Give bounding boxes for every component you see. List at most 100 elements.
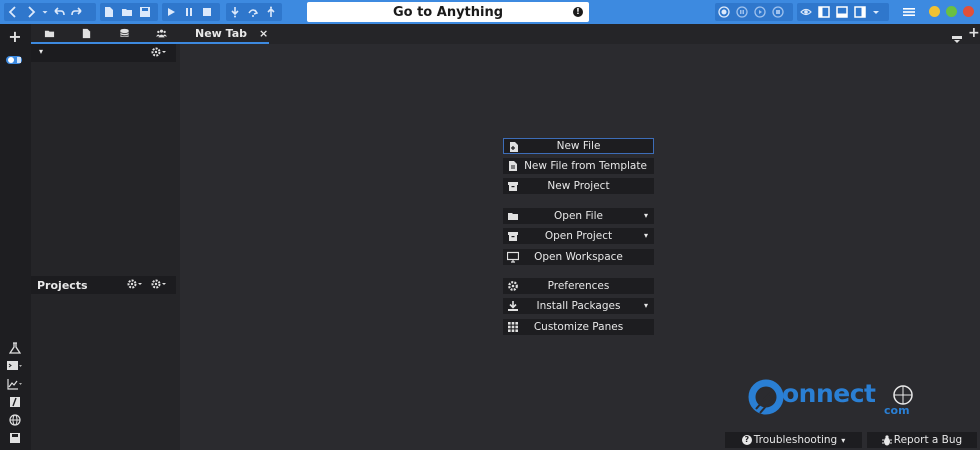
history-dropdown-icon[interactable] [40, 3, 50, 21]
watermark-suffix: com [884, 404, 910, 417]
folder-open-icon [508, 213, 518, 220]
projects-options-icon[interactable] [151, 278, 169, 293]
play-icon[interactable] [162, 3, 180, 21]
stop-macro-icon[interactable] [769, 3, 787, 21]
left-rail: + [0, 24, 31, 450]
project-icon [508, 182, 518, 191]
maximize-window-icon[interactable] [946, 6, 957, 17]
install-packages-dropdown-icon[interactable]: ▾ [644, 298, 648, 314]
right-pane-toggle-icon[interactable] [851, 3, 869, 21]
tab-files[interactable] [68, 24, 105, 42]
step-over-icon[interactable] [244, 3, 262, 21]
install-packages-label: Install Packages [536, 300, 621, 312]
report-bug-label: Report a Bug [893, 434, 963, 446]
add-tab-icon[interactable]: + [968, 25, 980, 41]
projects-label: Projects [37, 278, 88, 292]
new-project-label: New Project [547, 180, 610, 192]
install-packages-button[interactable]: Install Packages ▾ [503, 298, 654, 314]
troubleshooting-button[interactable]: ? Troubleshooting ▾ [725, 432, 862, 448]
chart-icon[interactable] [6, 376, 24, 392]
add-icon[interactable]: + [6, 27, 24, 46]
forward-icon[interactable] [22, 3, 40, 21]
step-group [226, 3, 282, 21]
terminal-icon[interactable] [6, 358, 24, 374]
new-file-button[interactable]: New File [503, 138, 654, 154]
regex-icon[interactable] [6, 394, 24, 410]
go-to-anything-input[interactable]: Go to Anything ! [307, 2, 589, 22]
preferences-button[interactable]: Preferences [503, 278, 654, 294]
open-workspace-button[interactable]: Open Workspace [503, 249, 654, 265]
step-out-icon[interactable] [262, 3, 280, 21]
troubleshooting-dropdown-icon: ▾ [841, 435, 846, 445]
globe-icon[interactable] [6, 412, 24, 428]
step-in-icon[interactable] [226, 3, 244, 21]
users-icon [155, 29, 167, 37]
open-project-dropdown-icon[interactable]: ▾ [644, 228, 648, 244]
toggle-icon[interactable] [6, 52, 24, 68]
redo-icon[interactable] [68, 3, 86, 21]
grid-icon [508, 322, 518, 332]
sidebar-tabs [31, 24, 180, 44]
projects-settings-icon[interactable] [127, 278, 145, 293]
open-file-button[interactable]: Open File ▾ [503, 208, 654, 224]
debug-group [162, 3, 220, 21]
tab-users[interactable] [143, 24, 180, 42]
project-icon [508, 232, 518, 241]
left-sidebar: ▾ Projects [31, 24, 180, 450]
pause-icon[interactable] [180, 3, 198, 21]
close-icon[interactable]: × [259, 27, 268, 40]
open-file-label: Open File [554, 210, 603, 222]
gear-icon [508, 281, 518, 291]
file-new-icon [510, 142, 518, 152]
minimize-window-icon[interactable] [929, 6, 940, 17]
pause-macro-icon[interactable] [733, 3, 751, 21]
monitor-icon [507, 251, 519, 263]
go-to-anything-label: Go to Anything [392, 4, 504, 20]
file-icon [83, 28, 91, 38]
download-icon [508, 301, 518, 311]
tab-database[interactable] [106, 24, 143, 42]
eye-icon[interactable] [797, 3, 815, 21]
watermark-logo: onnect com [748, 373, 923, 423]
question-icon: ? [741, 435, 752, 445]
tab-new-tab[interactable]: New Tab × [180, 24, 269, 44]
report-bug-button[interactable]: Report a Bug [867, 432, 977, 448]
hamburger-menu-icon[interactable] [900, 3, 918, 21]
undo-icon[interactable] [50, 3, 68, 21]
back-icon[interactable] [4, 3, 22, 21]
places-dropdown-icon[interactable]: ▾ [39, 47, 43, 56]
save-icon[interactable] [136, 3, 154, 21]
editor-tab-bar: New Tab × + [180, 24, 980, 44]
tab-label: New Tab [195, 26, 248, 40]
flask-icon[interactable] [6, 340, 24, 356]
info-icon[interactable]: ! [573, 7, 583, 17]
new-file-icon[interactable] [100, 3, 118, 21]
open-project-button[interactable]: Open Project ▾ [503, 228, 654, 244]
left-pane-toggle-icon[interactable] [815, 3, 833, 21]
nav-group [4, 3, 96, 21]
new-project-button[interactable]: New Project [503, 178, 654, 194]
places-settings-icon[interactable] [151, 46, 169, 61]
play-macro-icon[interactable] [751, 3, 769, 21]
tab-places[interactable] [31, 24, 68, 42]
projects-header: Projects [31, 276, 176, 294]
new-file-from-template-button[interactable]: New File from Template [503, 158, 654, 174]
preferences-label: Preferences [547, 280, 610, 292]
main-toolbar: Go to Anything ! [0, 0, 980, 24]
open-file-dropdown-icon[interactable]: ▾ [644, 208, 648, 224]
open-folder-icon[interactable] [118, 3, 136, 21]
macro-group [715, 3, 793, 21]
bottom-pane-toggle-icon[interactable] [833, 3, 851, 21]
save-icon[interactable] [6, 430, 24, 446]
record-macro-icon[interactable] [715, 3, 733, 21]
customize-panes-button[interactable]: Customize Panes [503, 319, 654, 335]
open-project-label: Open Project [544, 230, 613, 242]
new-file-from-template-label: New File from Template [524, 160, 647, 172]
new-file-label: New File [556, 140, 601, 152]
close-window-icon[interactable] [963, 6, 974, 17]
stop-icon[interactable] [198, 3, 216, 21]
places-header: ▾ [31, 44, 176, 62]
layout-dropdown-icon[interactable] [869, 3, 883, 21]
file-template-icon [509, 161, 517, 171]
open-workspace-label: Open Workspace [534, 251, 623, 263]
